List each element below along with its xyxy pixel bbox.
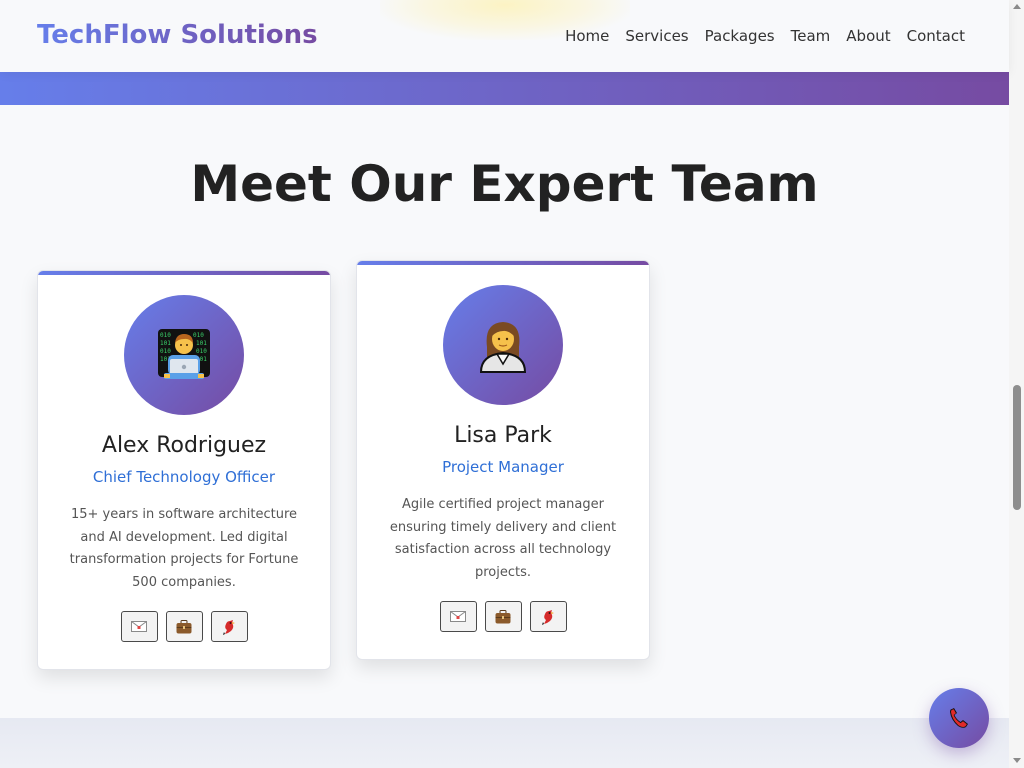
brand-logo[interactable]: TechFlow Solutions (37, 20, 318, 50)
nav-contact-link[interactable]: Contact (907, 27, 965, 45)
member-name: Alex Rodriguez (101, 433, 267, 458)
bird-icon (223, 619, 235, 635)
svg-text:010: 010 (160, 348, 171, 355)
member-bio: 15+ years in software architecture and A… (69, 507, 299, 590)
bird-icon (542, 609, 554, 625)
svg-text:010: 010 (196, 348, 207, 355)
linkedin-button[interactable] (165, 611, 203, 642)
linkedin-button[interactable] (484, 601, 522, 632)
twitter-button[interactable] (529, 601, 567, 632)
briefcase-icon (495, 609, 511, 623)
phone-icon (950, 708, 968, 728)
page-scrollbar[interactable] (1009, 0, 1024, 768)
email-button[interactable] (120, 611, 158, 642)
member-role: Chief Technology Officer (92, 468, 276, 486)
svg-text:101: 101 (196, 340, 207, 347)
envelope-icon (131, 621, 147, 632)
team-card-alex: 010 010 101 101 010 010 101 101 Alex Rodrigu… (37, 270, 331, 670)
next-section-band (0, 718, 1009, 768)
nav-about-link[interactable]: About (846, 27, 890, 45)
businesswoman-icon (479, 322, 527, 373)
team-card-lisa: Lisa Park Project Manager Agile certifie… (356, 260, 650, 660)
member-name: Lisa Park (454, 423, 552, 448)
member-bio: Agile certified project manager ensuring… (389, 497, 617, 580)
envelope-icon (450, 611, 466, 622)
site-header: TechFlow Solutions Home Services Package… (0, 0, 1009, 72)
svg-text:010: 010 (193, 332, 204, 339)
svg-text:101: 101 (160, 340, 171, 347)
main-nav: Home Services Packages Team About Contac… (565, 27, 965, 45)
nav-home-link[interactable]: Home (565, 27, 609, 45)
nav-team-link[interactable]: Team (791, 27, 831, 45)
hero-gradient-band (0, 72, 1009, 105)
nav-packages-link[interactable]: Packages (705, 27, 775, 45)
briefcase-icon (176, 619, 192, 633)
avatar (443, 285, 563, 405)
technologist-icon: 010 010 101 101 010 010 101 101 (158, 329, 210, 379)
social-links (357, 601, 649, 632)
scroll-down-arrow-icon[interactable] (1013, 758, 1021, 763)
svg-text:010: 010 (160, 332, 171, 339)
nav-services-link[interactable]: Services (625, 27, 688, 45)
avatar: 010 010 101 101 010 010 101 101 (124, 295, 244, 415)
scroll-thumb[interactable] (1013, 385, 1021, 510)
scroll-up-arrow-icon[interactable] (1013, 4, 1021, 9)
member-role: Project Manager (442, 458, 564, 476)
team-section-title: Meet Our Expert Team (190, 155, 819, 213)
social-links (38, 611, 330, 642)
twitter-button[interactable] (210, 611, 248, 642)
floating-call-button[interactable] (929, 688, 989, 748)
email-button[interactable] (439, 601, 477, 632)
